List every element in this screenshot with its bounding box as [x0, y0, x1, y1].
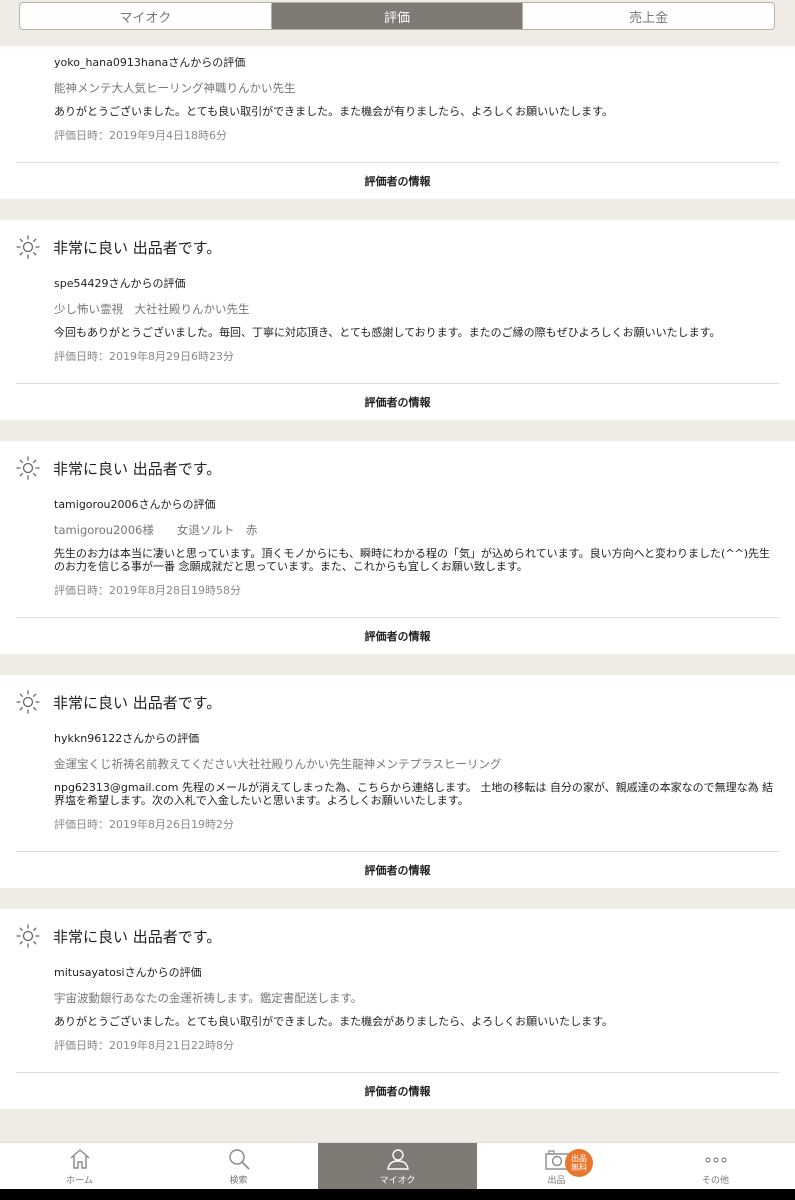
tab-my-auction[interactable]: マイオク	[20, 3, 272, 29]
reviewer-info-button[interactable]: 評価者の情報	[16, 1072, 779, 1109]
nav-label: マイオク	[379, 1176, 416, 1186]
top-tab-bar: マイオク 評価 売上金	[0, 0, 795, 46]
tab-sales[interactable]: 売上金	[523, 3, 774, 29]
nav-label: ホーム	[66, 1176, 93, 1186]
reviewer-info-button[interactable]: 評価者の情報	[16, 162, 779, 199]
reviewer-name: yoko_hana0913hanaさんからの評価	[54, 56, 246, 69]
sun-icon	[16, 924, 40, 948]
review-date: 評価日時：2019年8月26日19時2分	[54, 818, 234, 831]
review-card: 非常に良い 出品者です。 mitusayatosiさんからの評価 宇宙波動銀行あ…	[0, 909, 795, 1109]
rating-title: 非常に良い 出品者です。	[53, 927, 222, 946]
rating-title: 非常に良い 出品者です。	[53, 238, 222, 257]
bottom-nav: ホーム 検索 マイオク 出品 出品 無料 その他	[0, 1142, 795, 1189]
reviewer-info-button[interactable]: 評価者の情報	[16, 383, 779, 420]
home-icon	[70, 1149, 89, 1169]
nav-my-auction[interactable]: マイオク	[318, 1143, 477, 1189]
review-comment: 先生のお力は本当に凄いと思っています。頂くモノからにも、瞬時にわかる程の「気」が…	[54, 547, 771, 573]
item-title: 少し怖い霊視 大社社殿りんかい先生	[54, 302, 250, 316]
review-date: 評価日時：2019年8月21日22時8分	[54, 1039, 234, 1052]
nav-label: 出品	[547, 1176, 566, 1186]
review-comment: 今回もありがとうございました。毎回、丁寧に対応頂き、とても感謝しております。また…	[54, 326, 721, 339]
reviewer-name: mitusayatosiさんからの評価	[54, 966, 202, 979]
item-title: 宇宙波動銀行あなたの金運祈祷します。鑑定書配送します。	[54, 991, 363, 1005]
sun-icon	[16, 235, 40, 259]
review-date: 評価日時：2019年8月28日19時58分	[54, 584, 241, 597]
review-comment: ありがとうございました。とても良い取引ができました。また機会が有りましたら、よろ…	[54, 105, 614, 118]
nav-search[interactable]: 検索	[159, 1143, 318, 1189]
sun-icon	[16, 690, 40, 714]
rating-title: 非常に良い 出品者です。	[53, 693, 222, 712]
review-comment: npg62313@gmail.com 先程のメールが消えてしまった為、こちらから…	[54, 781, 774, 807]
review-card: 非常に良い 出品者です。 tamigorou2006さんからの評価 tamigo…	[0, 441, 795, 654]
review-list[interactable]: yoko_hana0913hanaさんからの評価 能神メンテ大人気ヒーリング神職…	[0, 46, 795, 1142]
user-icon	[386, 1149, 409, 1170]
tab-rating[interactable]: 評価	[271, 3, 524, 29]
review-card: 非常に良い 出品者です。 hykkn96122さんからの評価 金運宝くじ祈祷名前…	[0, 675, 795, 888]
item-title: 金運宝くじ祈祷名前教えてください大社社殿りんかい先生龍神メンテプラスヒーリング	[54, 757, 502, 771]
more-icon	[704, 1157, 727, 1163]
review-date: 評価日時：2019年9月4日18時6分	[54, 129, 227, 142]
sun-icon	[16, 456, 40, 480]
review-card: yoko_hana0913hanaさんからの評価 能神メンテ大人気ヒーリング神職…	[0, 46, 795, 199]
reviewer-name: tamigorou2006さんからの評価	[54, 498, 216, 511]
item-title: tamigorou2006様 女退ソルト 赤	[54, 523, 258, 537]
nav-other[interactable]: その他	[636, 1143, 795, 1189]
nav-sell[interactable]: 出品 出品 無料	[477, 1143, 636, 1189]
reviewer-name: spe54429さんからの評価	[54, 277, 186, 290]
review-comment: ありがとうございました。とても良い取引ができました。また機会がありましたら、よろ…	[54, 1015, 614, 1028]
free-listing-badge: 出品 無料	[565, 1149, 593, 1177]
review-date: 評価日時：2019年8月29日6時23分	[54, 350, 234, 363]
rating-title: 非常に良い 出品者です。	[53, 459, 222, 478]
search-icon	[228, 1149, 250, 1170]
nav-label: 検索	[229, 1176, 248, 1186]
system-bar	[0, 1189, 795, 1200]
review-card: 非常に良い 出品者です。 spe54429さんからの評価 少し怖い霊視 大社社殿…	[0, 220, 795, 420]
reviewer-info-button[interactable]: 評価者の情報	[16, 851, 779, 888]
segmented-control: マイオク 評価 売上金	[19, 2, 775, 30]
nav-label: その他	[701, 1176, 729, 1186]
nav-home[interactable]: ホーム	[0, 1143, 159, 1189]
reviewer-name: hykkn96122さんからの評価	[54, 732, 200, 745]
reviewer-info-button[interactable]: 評価者の情報	[16, 617, 779, 654]
item-title: 能神メンテ大人気ヒーリング神職りんかい先生	[54, 81, 296, 95]
